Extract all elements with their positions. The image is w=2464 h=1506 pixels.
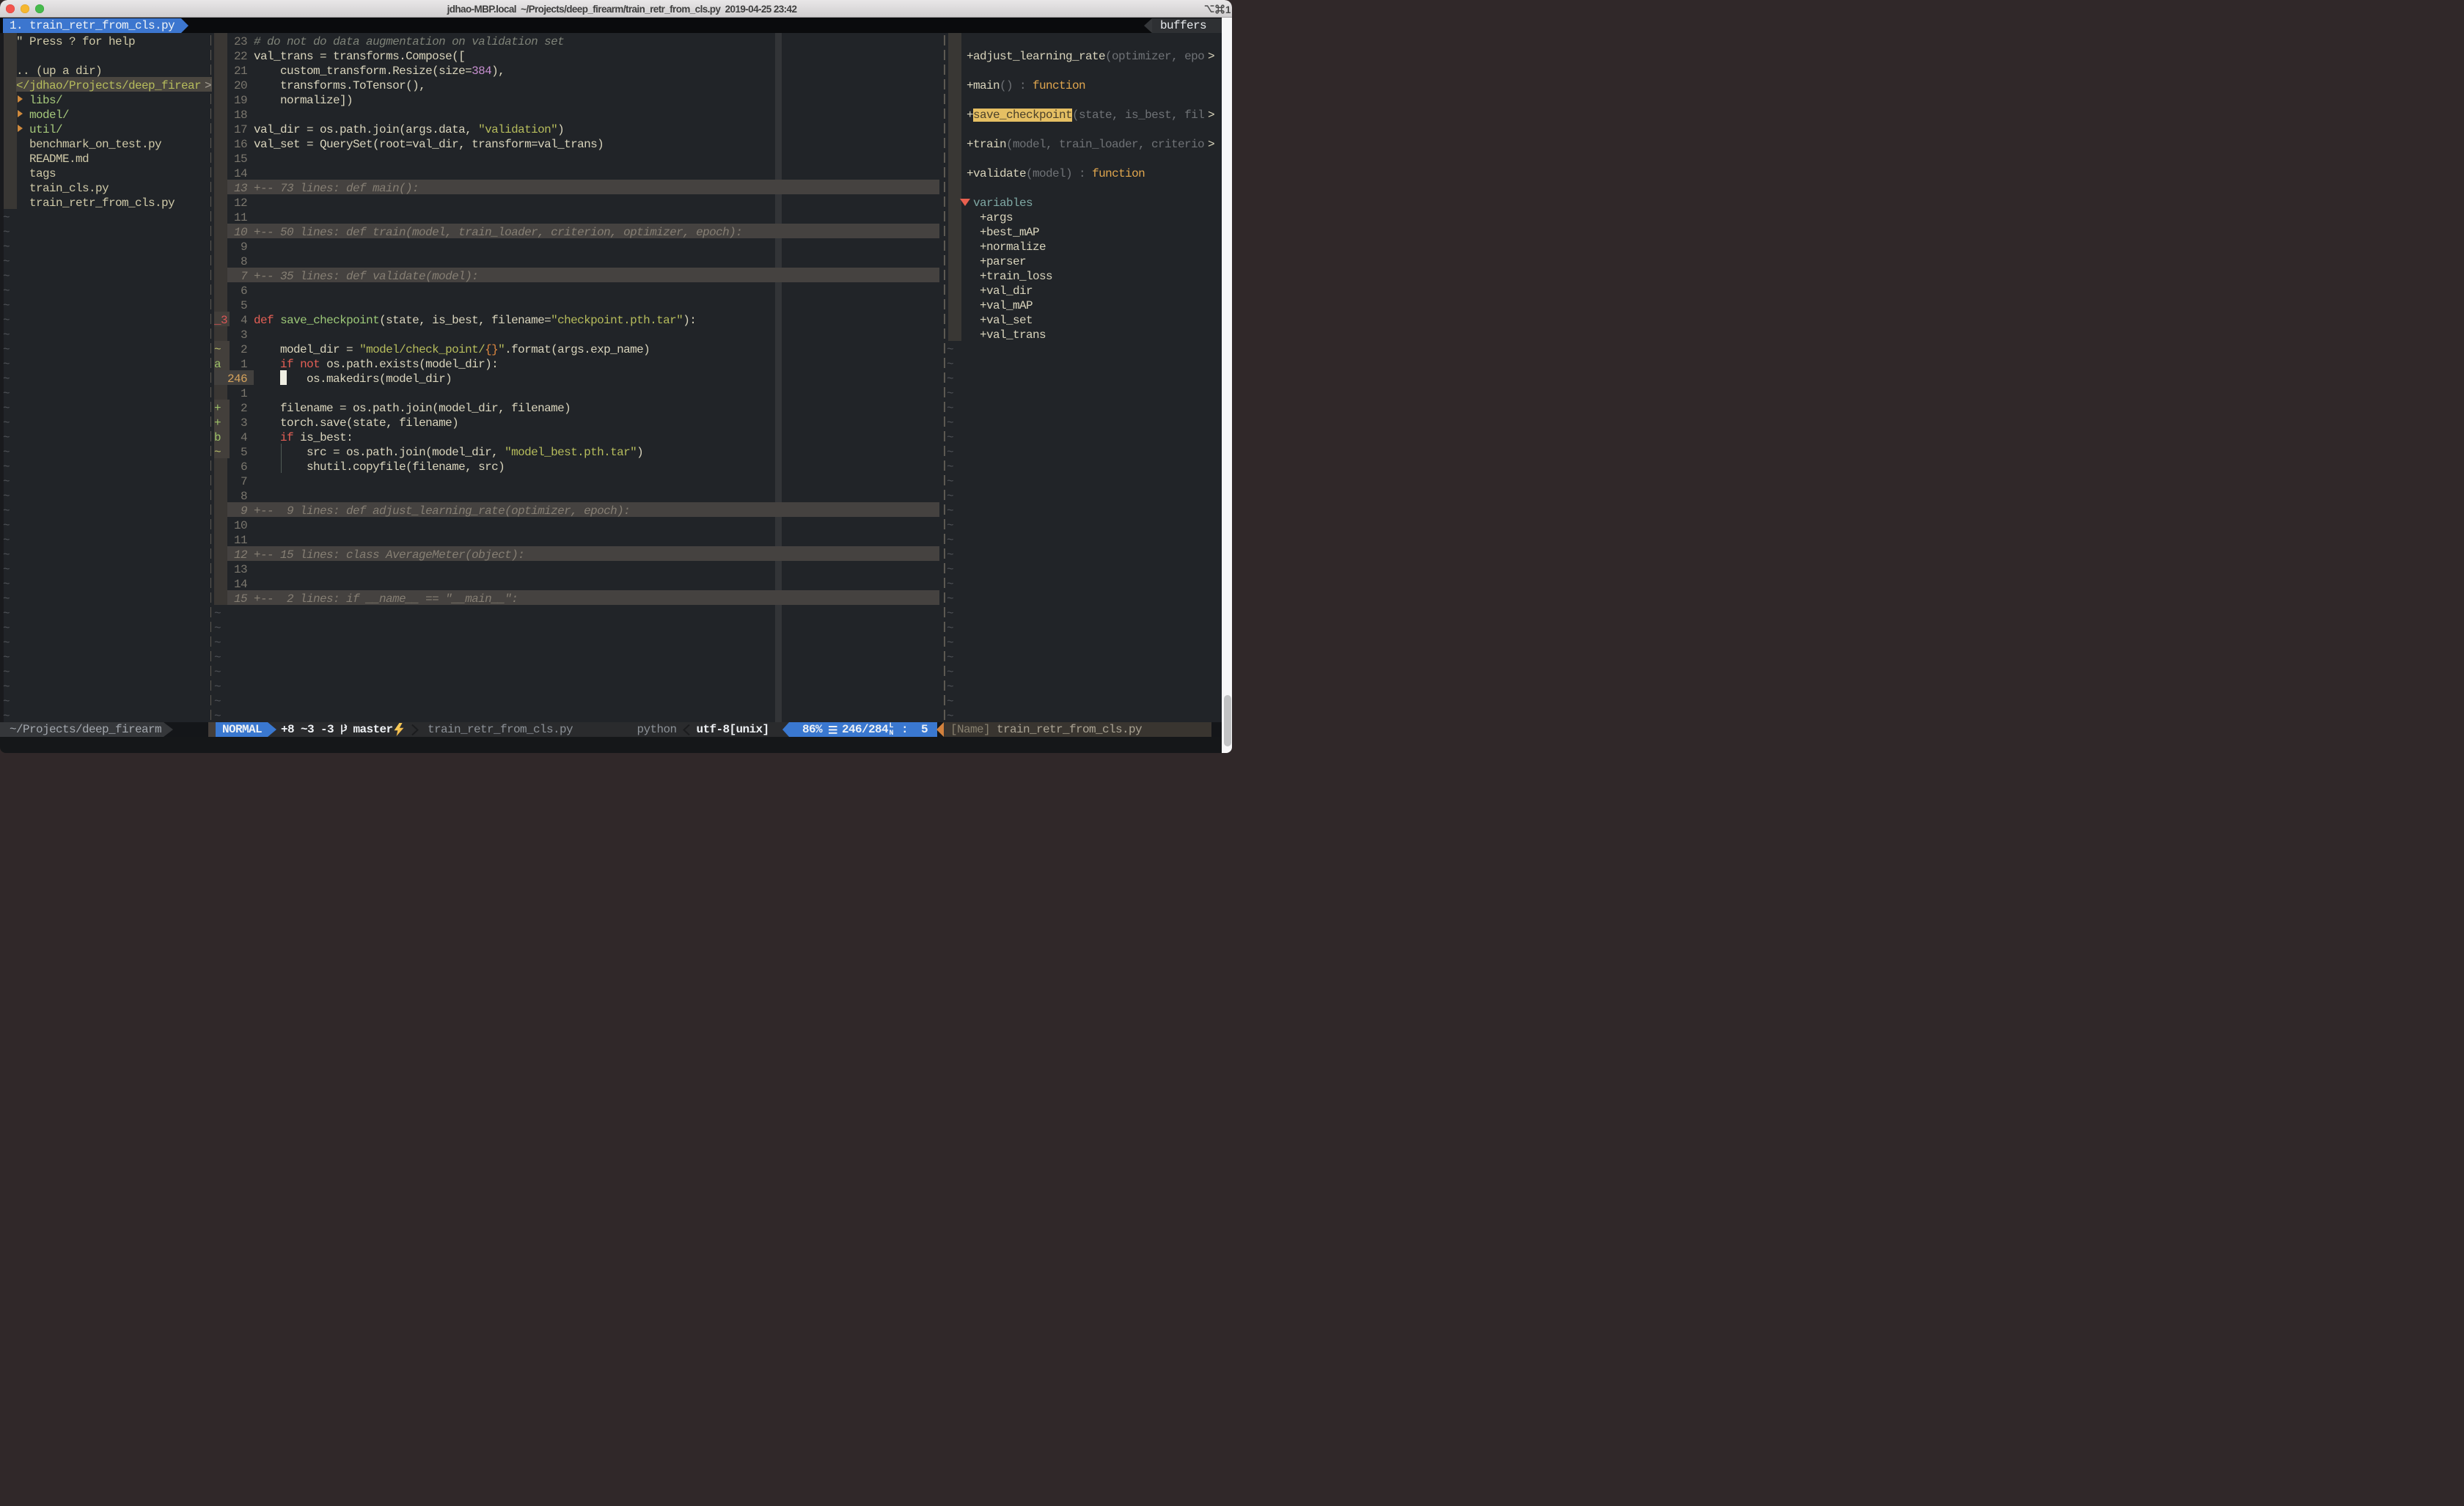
svg-text:1: 1 <box>1225 4 1231 15</box>
